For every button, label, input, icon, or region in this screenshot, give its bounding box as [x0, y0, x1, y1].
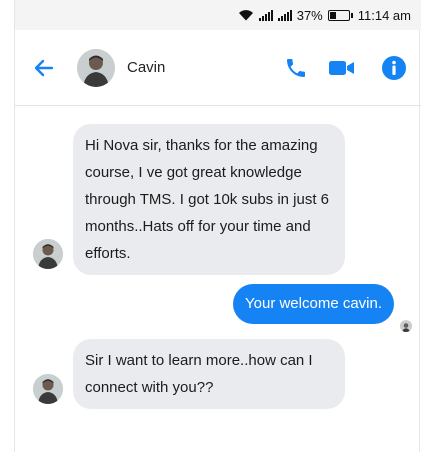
avatar [33, 239, 63, 269]
outgoing-message[interactable]: Your welcome cavin. [233, 284, 395, 324]
contact-name[interactable]: Cavin [127, 59, 281, 76]
clock: 11:14 am [357, 7, 411, 23]
info-icon[interactable] [379, 53, 409, 83]
conversation-header: Cavin [15, 30, 421, 106]
incoming-message[interactable]: Hi Nova sir, thanks for the amazing cour… [73, 124, 345, 275]
back-arrow-icon[interactable] [29, 53, 59, 83]
signal-icon [277, 9, 292, 21]
video-call-icon[interactable] [327, 53, 357, 83]
avatar[interactable] [77, 48, 115, 87]
avatar [33, 374, 63, 404]
battery-percent: 37% [296, 7, 323, 23]
wifi-icon [238, 9, 254, 21]
signal-icon [258, 9, 273, 21]
read-receipt-avatar [400, 320, 412, 332]
phone-icon[interactable] [281, 53, 311, 83]
battery-icon [327, 9, 353, 21]
incoming-message[interactable]: Sir I want to learn more..how can I conn… [73, 339, 345, 409]
status-bar: 37% 11:14 am [15, 0, 421, 30]
chat-screen: 37% 11:14 am Cavin Hi Nova sir, thanks f… [14, 0, 421, 452]
